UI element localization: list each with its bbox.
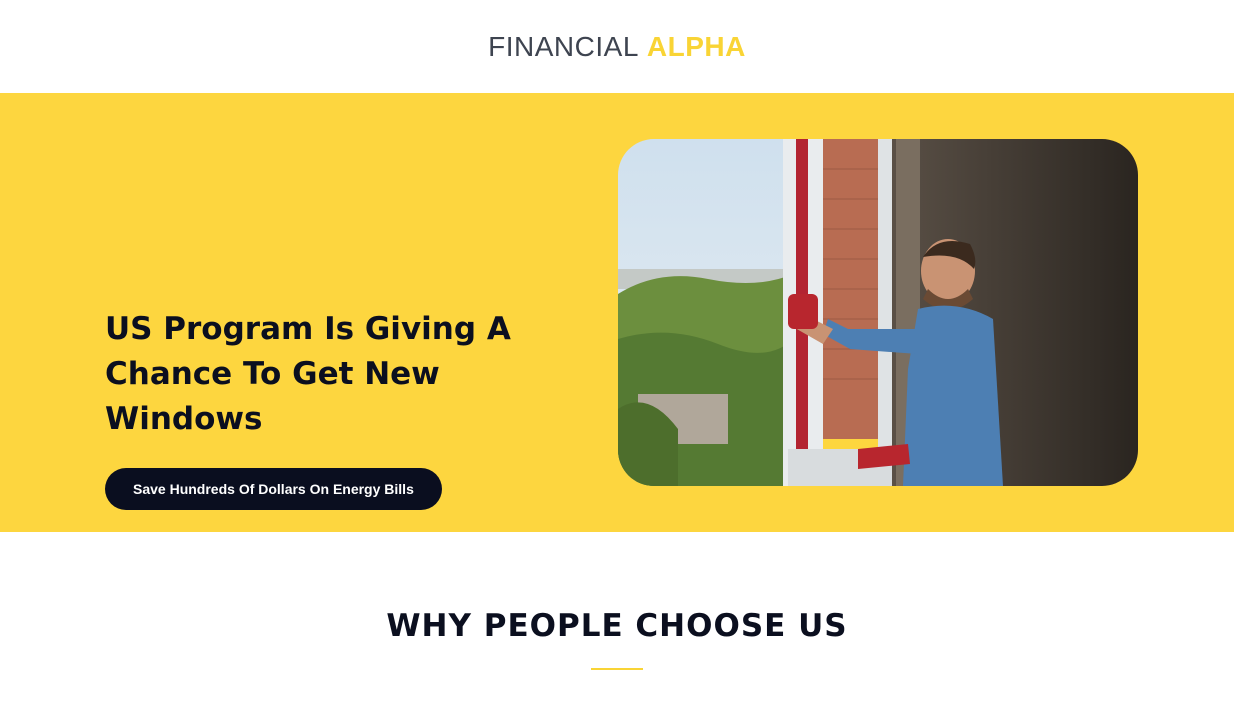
hero-section: US Program Is Giving A Chance To Get New…	[0, 93, 1234, 532]
logo-text-bold: ALPHA	[646, 30, 746, 62]
energy-savings-cta-button[interactable]: Save Hundreds Of Dollars On Energy Bills	[105, 468, 442, 510]
why-title: WHY PEOPLE CHOOSE US	[386, 608, 848, 644]
site-header: FINANCIAL ALPHA	[0, 0, 1234, 93]
window-installer-illustration	[618, 139, 1138, 486]
logo-text-light: FINANCIAL	[488, 30, 639, 62]
section-divider	[591, 668, 643, 670]
hero-text-block: US Program Is Giving A Chance To Get New…	[105, 307, 565, 510]
hero-photo	[618, 139, 1138, 486]
hero-title: US Program Is Giving A Chance To Get New…	[105, 311, 511, 437]
why-section: WHY PEOPLE CHOOSE US	[0, 532, 1234, 670]
site-logo[interactable]: FINANCIAL ALPHA	[488, 31, 746, 63]
